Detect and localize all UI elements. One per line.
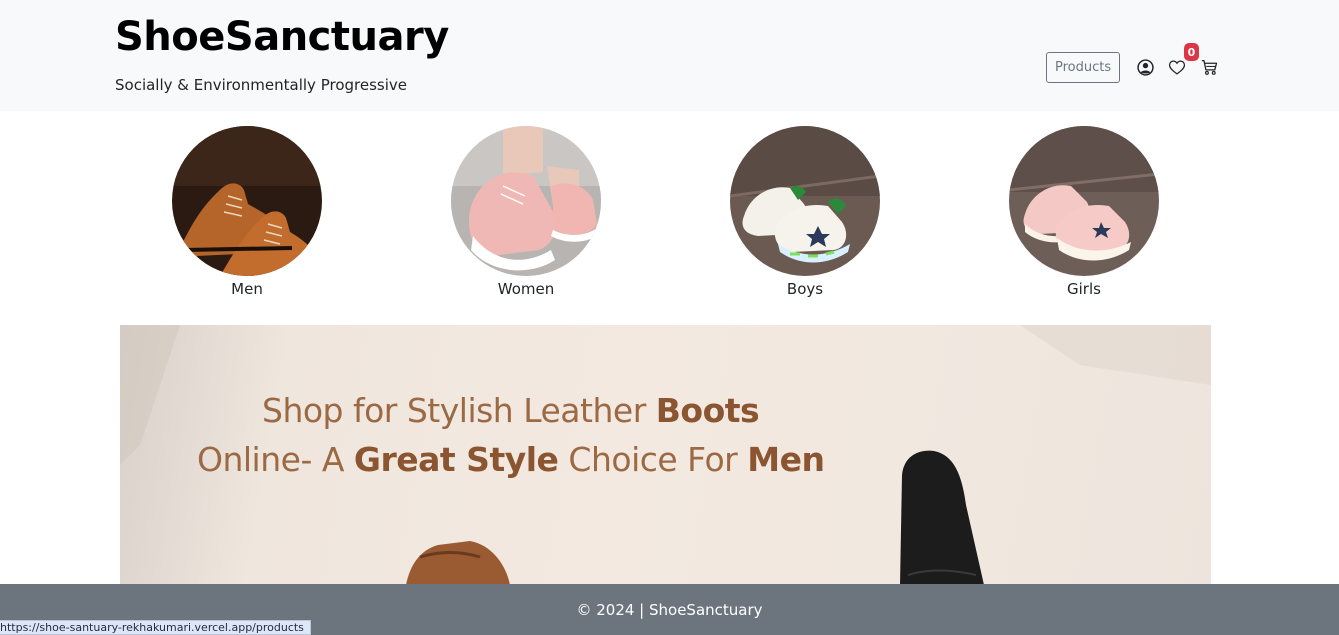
cart-icon[interactable] — [1199, 58, 1219, 78]
category-girls[interactable]: Girls — [1009, 126, 1159, 298]
user-icon[interactable] — [1135, 58, 1155, 78]
wishlist-heart-icon[interactable] — [1167, 58, 1187, 78]
category-men-image[interactable] — [172, 126, 322, 276]
category-girls-image[interactable] — [1009, 126, 1159, 276]
cart-count-badge: 0 — [1184, 43, 1199, 61]
brand-title[interactable]: ShoeSanctuary — [115, 14, 449, 60]
navbar: ShoeSanctuary Socially & Environmentally… — [0, 0, 1339, 111]
category-women-image[interactable] — [451, 126, 601, 276]
products-button[interactable]: Products — [1046, 52, 1121, 83]
category-men[interactable]: Men — [172, 126, 322, 298]
category-women[interactable]: Women — [451, 126, 601, 298]
browser-status-url: https://shoe-santuary-rekhakumari.vercel… — [0, 620, 311, 635]
banner-headline-line-1: Shop for Stylish Leather Boots — [262, 391, 760, 430]
category-label: Women — [497, 280, 555, 298]
category-label: Boys — [786, 280, 824, 298]
category-boys-image[interactable] — [730, 126, 880, 276]
category-boys[interactable]: Boys — [730, 126, 880, 298]
promo-banner[interactable]: Shop for Stylish Leather Boots Online- A… — [120, 325, 1211, 585]
category-row: Men Women Boys Girls — [0, 126, 1339, 306]
category-label: Girls — [1067, 280, 1101, 298]
category-label: Men — [231, 280, 263, 298]
banner-headline-line-2: Online- A Great Style Choice For Men — [197, 440, 825, 479]
footer-copyright: © 2024 | ShoeSanctuary — [576, 600, 763, 619]
brand-tagline: Socially & Environmentally Progressive — [115, 76, 407, 94]
